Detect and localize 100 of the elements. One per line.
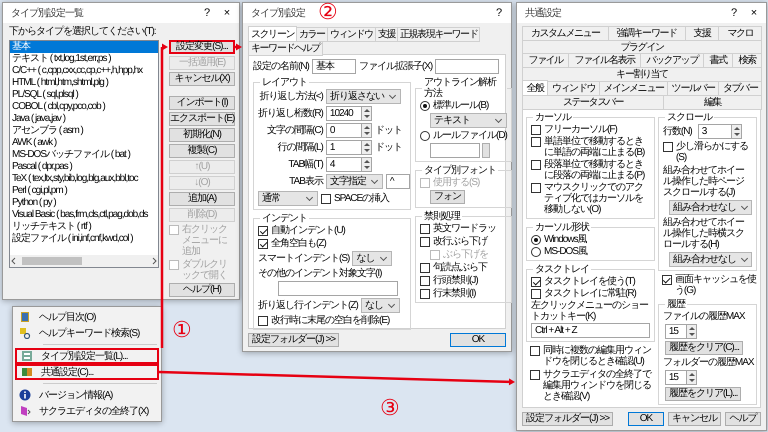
input-field[interactable]: Ctrl + Alt + Z (531, 323, 650, 338)
dropdown[interactable]: なし (352, 251, 392, 266)
tab[interactable]: マクロ (718, 26, 762, 41)
input-field[interactable] (430, 143, 480, 158)
spin-button[interactable] (686, 324, 697, 339)
checkbox[interactable] (662, 275, 672, 285)
dialog-button[interactable]: OK (450, 333, 506, 347)
tab[interactable]: スクリーン (248, 26, 298, 42)
number-field[interactable]: 1 (326, 140, 362, 155)
spin-button[interactable] (732, 124, 742, 139)
list-item[interactable]: HTML ( html,htm,shtml,plg ) (10, 77, 158, 89)
list-item[interactable]: Python ( py ) (10, 197, 158, 209)
list-item[interactable]: Perl ( cgi,pl,pm ) (10, 185, 158, 197)
list-item[interactable]: PL/SQL ( sql,plsql ) (10, 89, 158, 101)
input-field[interactable] (278, 281, 398, 296)
checkbox[interactable] (321, 194, 331, 204)
checkbox[interactable] (530, 346, 540, 356)
dialog-button[interactable]: ヘルプ (725, 412, 761, 426)
number-field[interactable]: 15 (664, 324, 687, 339)
tab[interactable]: カラー (296, 27, 328, 42)
tab[interactable]: ファイル (522, 53, 570, 68)
dropdown[interactable]: 組み合わせなし (668, 200, 752, 215)
list-item[interactable]: AWK ( awk ) (10, 137, 158, 149)
font-button[interactable]: フォン (430, 190, 465, 204)
clear-history-button[interactable]: 履歴をクリア(L)... (664, 387, 742, 401)
number-field[interactable]: 0 (326, 123, 362, 138)
number-field[interactable]: 15 (664, 370, 687, 385)
menu-item[interactable]: サクラエディタの全終了(X) (15, 403, 159, 419)
tab[interactable]: 支援 (374, 27, 398, 42)
dropdown[interactable]: 文字指定 (326, 174, 383, 189)
dialog-button[interactable]: 設定フォルダー(J) >> (248, 333, 340, 347)
radio-button[interactable] (420, 101, 430, 111)
checkbox[interactable] (258, 316, 268, 326)
help-button[interactable]: ? (724, 6, 744, 20)
radio-button[interactable] (531, 235, 541, 245)
tab[interactable]: キーワードヘルプ (248, 41, 323, 56)
dropdown[interactable]: 通常 (258, 191, 318, 206)
tab[interactable]: キー割り当て (522, 67, 762, 82)
menu-item[interactable]: ヘルプキーワード検索(S) (15, 325, 159, 341)
menu-item[interactable]: 共通設定(C)... (15, 364, 159, 380)
scroll-left-icon[interactable] (10, 257, 18, 265)
tab[interactable]: ウィンドウ (326, 27, 376, 42)
close-button[interactable]: × (744, 6, 764, 20)
dialog-button[interactable]: キャンセル (668, 412, 721, 426)
input-field[interactable] (435, 59, 500, 74)
list-item[interactable]: Pascal ( dpr,pas ) (10, 161, 158, 173)
number-field[interactable]: 10240 (326, 106, 362, 121)
list-item[interactable]: リッチテキスト ( rtf ) (10, 221, 158, 233)
close-button[interactable]: × (217, 6, 237, 20)
tab[interactable]: 検索 (732, 53, 762, 68)
dialog-button[interactable]: ヘルプ(H) (169, 283, 235, 297)
dialog-button[interactable]: OK (628, 412, 664, 426)
checkbox[interactable] (662, 142, 673, 152)
dropdown[interactable]: 組み合わせなし (668, 252, 752, 267)
checkbox[interactable] (420, 263, 430, 273)
radio-button[interactable] (531, 247, 541, 257)
dialog-button[interactable]: 設定フォルダー(J) >> (522, 412, 614, 426)
spin-button[interactable] (686, 370, 697, 385)
dialog-button[interactable]: インポート(I) (169, 96, 235, 110)
spin-button[interactable] (362, 140, 372, 155)
menu-item[interactable]: タイプ別設定一覧(L)... (15, 348, 159, 364)
tab[interactable]: ステータスバー (522, 95, 664, 110)
number-field[interactable]: 4 (326, 157, 362, 172)
help-button[interactable]: ? (489, 6, 509, 20)
number-field[interactable]: 3 (698, 124, 732, 139)
dialog-button[interactable]: 追加(A) (169, 192, 235, 206)
tab[interactable]: 編集 (663, 95, 762, 110)
checkbox[interactable] (531, 183, 541, 193)
menu-item[interactable]: ヘルプ目次(O) (15, 309, 159, 325)
checkbox[interactable] (258, 239, 268, 249)
list-item[interactable]: COBOL ( cbl,cpy,pco,cob ) (10, 101, 158, 113)
tab[interactable]: カスタムメニュー (522, 26, 609, 41)
spin-button[interactable] (362, 123, 372, 138)
dialog-button[interactable]: エクスポート(E) (169, 112, 235, 126)
horizontal-scrollbar[interactable] (10, 255, 158, 267)
dialog-button[interactable]: 複製(C) (169, 144, 235, 158)
checkbox[interactable] (258, 226, 268, 236)
checkbox[interactable] (531, 125, 541, 135)
radio-button[interactable] (420, 131, 430, 141)
dialog-button[interactable]: 初期化(N) (169, 128, 235, 142)
dialog-button[interactable]: 設定変更(S)... (169, 40, 235, 54)
list-item[interactable]: Visual Basic ( bas,frm,cls,ctl,pag,dob,ds (10, 209, 158, 221)
checkbox[interactable] (531, 160, 541, 170)
checkbox[interactable] (531, 137, 541, 147)
tab[interactable]: 正規表現キーワード (397, 27, 480, 42)
clear-history-button[interactable]: 履歴をクリア(C)... (664, 341, 744, 355)
scrollbar-thumb[interactable] (22, 257, 82, 265)
spin-button[interactable] (362, 157, 372, 172)
checkbox[interactable] (420, 237, 430, 247)
dropdown[interactable]: なし (360, 298, 400, 313)
checkbox[interactable] (420, 276, 430, 286)
list-item[interactable]: C/C++ ( c,cpp,cxx,cc,cp,c++,h,hpp,hx (10, 65, 158, 77)
checkbox[interactable] (530, 370, 540, 380)
dropdown[interactable]: テキスト (430, 113, 507, 128)
checkbox[interactable] (531, 289, 541, 299)
scroll-right-icon[interactable] (150, 257, 158, 265)
checkbox[interactable] (420, 224, 430, 234)
dialog-button[interactable]: キャンセル(X) (169, 72, 235, 86)
list-item[interactable]: 設定ファイル ( ini,inf,cnf,kwd,col ) (10, 233, 158, 245)
list-item[interactable]: Java ( java,jav ) (10, 113, 158, 125)
